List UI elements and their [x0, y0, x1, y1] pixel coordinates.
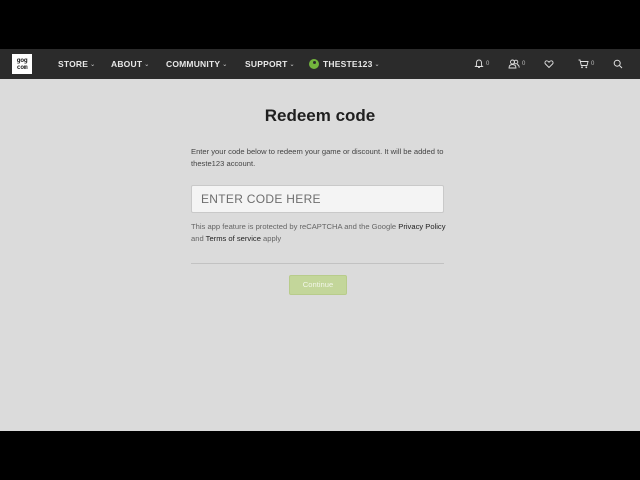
nav-store[interactable]: STORE ⌄ — [58, 49, 95, 79]
cart-icon — [578, 59, 589, 69]
notifications-button[interactable]: 0 — [474, 49, 489, 79]
nav-store-label: STORE — [58, 59, 89, 69]
redeem-code-input[interactable] — [191, 185, 444, 213]
redeem-description: Enter your code below to redeem your gam… — [191, 147, 444, 168]
privacy-policy-link[interactable]: Privacy Policy — [398, 222, 445, 231]
cart-button[interactable]: 0 — [578, 49, 594, 79]
letterbox-bottom — [0, 431, 640, 480]
nav-support-label: SUPPORT — [245, 59, 288, 69]
search-button[interactable] — [613, 49, 623, 79]
recaptcha-notice: This app feature is protected by reCAPTC… — [191, 221, 447, 245]
search-icon — [613, 59, 623, 69]
continue-button[interactable]: Continue — [289, 275, 347, 295]
wishlist-button[interactable] — [544, 49, 554, 79]
redeem-content: Redeem code Enter your code below to red… — [0, 79, 640, 431]
chevron-down-icon: ⌄ — [90, 61, 96, 68]
cart-count: 0 — [591, 61, 595, 67]
friends-button[interactable]: 0 — [508, 49, 525, 79]
page-title: Redeem code — [264, 106, 376, 125]
chevron-down-icon: ⌄ — [222, 61, 228, 68]
notifications-count: 0 — [486, 61, 490, 67]
friends-icon — [508, 59, 520, 69]
nav-about-label: ABOUT — [111, 59, 143, 69]
chevron-down-icon: ⌄ — [289, 61, 295, 68]
recaptcha-text: This app feature is protected by reCAPTC… — [191, 222, 399, 231]
nav-about[interactable]: ABOUT ⌄ — [111, 49, 149, 79]
terms-of-service-link[interactable]: Terms of service — [206, 234, 261, 243]
nav-user-menu[interactable]: THESTE123 ⌄ — [309, 49, 380, 79]
bell-icon — [474, 59, 484, 68]
chevron-down-icon: ⌄ — [374, 61, 380, 68]
chevron-down-icon: ⌄ — [144, 61, 150, 68]
letterbox-top — [0, 0, 640, 49]
nav-support[interactable]: SUPPORT ⌄ — [245, 49, 295, 79]
and-text: and — [191, 234, 206, 243]
top-navbar: gog com STORE ⌄ ABOUT ⌄ COMMUNITY ⌄ SUPPO… — [0, 49, 640, 79]
heart-icon — [544, 60, 554, 69]
divider — [191, 263, 444, 264]
user-avatar-icon — [309, 59, 319, 69]
nav-community-label: COMMUNITY — [166, 59, 221, 69]
gog-logo[interactable]: gog com — [12, 54, 32, 74]
apply-text: apply — [260, 234, 282, 243]
nav-community[interactable]: COMMUNITY ⌄ — [166, 49, 227, 79]
friends-count: 0 — [522, 61, 526, 67]
nav-user-label: THESTE123 — [323, 59, 373, 69]
